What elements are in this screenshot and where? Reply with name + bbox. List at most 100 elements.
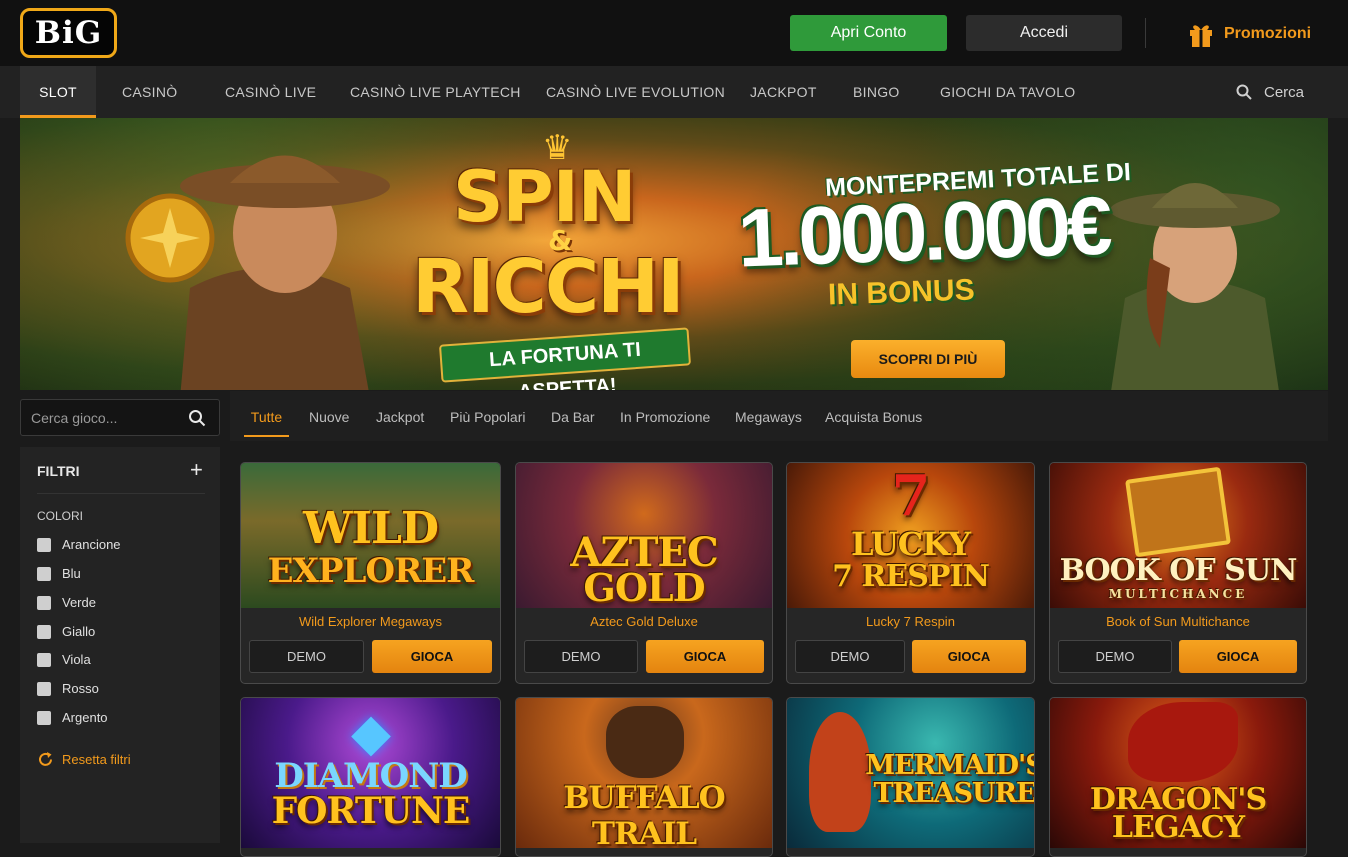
- prize-suffix: IN BONUS: [827, 273, 976, 312]
- nav-item-casino-live[interactable]: CASINÒ LIVE: [225, 66, 316, 118]
- game-art-subtitle: 7 RESPIN: [832, 559, 990, 594]
- nav-item-casino-live-playtech[interactable]: CASINÒ LIVE PLAYTECH: [350, 66, 521, 118]
- tab-most-popular[interactable]: Più Popolari: [450, 391, 526, 437]
- checkbox[interactable]: [37, 652, 51, 667]
- play-button[interactable]: GIOCA: [646, 640, 764, 673]
- checkbox[interactable]: [37, 566, 51, 581]
- promotions-label: Promozioni: [1224, 25, 1312, 42]
- filter-color-green[interactable]: Verde: [37, 595, 96, 610]
- play-button[interactable]: GIOCA: [372, 640, 492, 673]
- nav-item-table-games[interactable]: GIOCHI DA TAVOLO: [940, 66, 1076, 118]
- nav-item-slot[interactable]: SLOT: [20, 66, 96, 118]
- tab-bar-games[interactable]: Da Bar: [551, 391, 595, 437]
- filter-color-orange[interactable]: Arancione: [37, 537, 121, 552]
- game-art-title: BUFFALO TRAIL: [563, 780, 725, 848]
- game-thumbnail[interactable]: BUFFALO TRAIL: [516, 698, 772, 848]
- game-art-subtitle: FORTUNE: [271, 790, 471, 832]
- filters-expand-icon[interactable]: +: [190, 457, 203, 483]
- game-thumbnail[interactable]: ◆ DIAMOND FORTUNE: [241, 698, 500, 848]
- game-card-dragons-legacy: DRAGON'S LEGACY: [1049, 697, 1307, 857]
- play-button[interactable]: GIOCA: [1179, 640, 1297, 673]
- game-art-subtitle: TREASURE: [873, 778, 1034, 809]
- explorer-man-illustration: [125, 155, 390, 390]
- game-art-subtitle: GOLD: [583, 565, 705, 608]
- game-thumbnail[interactable]: AZTEC GOLD: [516, 463, 772, 608]
- filters-panel: FILTRI + COLORI Arancione Blu Verde Gial…: [20, 447, 220, 843]
- game-art-title: BOOK OF SUN: [1059, 553, 1298, 588]
- promotions-link[interactable]: Promozioni: [1187, 19, 1311, 49]
- filter-label: Rosso: [62, 681, 99, 696]
- game-thumbnail[interactable]: BOOK OF SUN MULTICHANCE: [1050, 463, 1306, 608]
- game-thumbnail[interactable]: WILD EXPLORER: [241, 463, 500, 608]
- refresh-icon: [39, 752, 52, 766]
- filter-color-yellow[interactable]: Giallo: [37, 624, 95, 639]
- promo-banner[interactable]: ♛ SPIN & RICCHI LA FORTUNA TI ASPETTA! M…: [20, 118, 1328, 390]
- checkbox[interactable]: [37, 595, 51, 610]
- tab-new[interactable]: Nuove: [309, 391, 349, 437]
- game-search: [20, 399, 220, 436]
- game-search-input[interactable]: [31, 408, 181, 428]
- game-thumbnail[interactable]: MERMAID'S TREASURE: [787, 698, 1034, 848]
- lucky-seven-glyph: 7: [891, 463, 931, 529]
- book-icon: [1125, 466, 1231, 558]
- nav-search-label: Cerca: [1264, 83, 1305, 101]
- game-name: Wild Explorer Megaways: [298, 614, 443, 629]
- header-divider: [1145, 18, 1146, 48]
- big-logo[interactable]: BiG: [20, 8, 117, 58]
- game-card-buffalo-trail: BUFFALO TRAIL: [515, 697, 773, 857]
- colors-heading: COLORI: [37, 509, 84, 523]
- discover-more-button[interactable]: SCOPRI DI PIÙ: [851, 340, 1005, 378]
- game-art-subtitle: EXPLORER: [267, 551, 475, 591]
- checkbox[interactable]: [37, 537, 51, 552]
- banner-title-line1: SPIN: [453, 156, 636, 238]
- checkbox[interactable]: [37, 624, 51, 639]
- tab-all[interactable]: Tutte: [244, 391, 289, 437]
- nav-item-casino-live-evolution[interactable]: CASINÒ LIVE EVOLUTION: [546, 66, 725, 118]
- diamond-icon: ◆: [351, 702, 391, 763]
- nav-item-bingo[interactable]: BINGO: [853, 66, 900, 118]
- reset-filters-label: Resetta filtri: [62, 752, 131, 767]
- filter-label: Giallo: [62, 624, 96, 639]
- login-button[interactable]: Accedi: [966, 15, 1122, 51]
- tab-in-promotion[interactable]: In Promozione: [620, 391, 710, 437]
- nav-item-jackpot[interactable]: JACKPOT: [750, 66, 817, 118]
- banner-title-line2: RICCHI: [412, 244, 685, 330]
- search-icon: [1236, 84, 1252, 100]
- checkbox[interactable]: [37, 710, 51, 725]
- top-header: BiG Apri Conto Accedi Promozioni: [0, 0, 1348, 66]
- dragon-icon: [1128, 702, 1238, 782]
- game-card-lucky-7: 7 LUCKY 7 RESPIN Lucky 7 Respin DEMO GIO…: [786, 462, 1035, 684]
- play-button[interactable]: GIOCA: [912, 640, 1026, 673]
- game-thumbnail[interactable]: DRAGON'S LEGACY: [1050, 698, 1306, 848]
- game-name: Book of Sun Multichance: [1106, 614, 1250, 629]
- game-card-aztec-gold: AZTEC GOLD Aztec Gold Deluxe DEMO GIOCA: [515, 462, 773, 684]
- filter-color-silver[interactable]: Argento: [37, 710, 108, 725]
- nav-item-casino[interactable]: CASINÒ: [122, 66, 177, 118]
- filter-color-purple[interactable]: Viola: [37, 652, 91, 667]
- gift-icon: [1190, 25, 1212, 47]
- game-art-subtitle: LEGACY: [1111, 810, 1245, 845]
- filter-label: Arancione: [62, 537, 121, 552]
- demo-button[interactable]: DEMO: [524, 640, 638, 673]
- demo-button[interactable]: DEMO: [1058, 640, 1172, 673]
- game-art-title: WILD: [302, 503, 439, 554]
- nav-search[interactable]: Cerca: [1236, 66, 1304, 118]
- game-thumbnail[interactable]: 7 LUCKY 7 RESPIN: [787, 463, 1034, 608]
- tab-jackpot[interactable]: Jackpot: [376, 391, 424, 437]
- filter-label: Blu: [62, 566, 81, 581]
- reset-filters-link[interactable]: Resetta filtri: [37, 751, 131, 768]
- open-account-button[interactable]: Apri Conto: [790, 15, 947, 51]
- game-card-wild-explorer: WILD EXPLORER Wild Explorer Megaways DEM…: [240, 462, 501, 684]
- filter-color-blue[interactable]: Blu: [37, 566, 81, 581]
- game-art-subtitle: MULTICHANCE: [1108, 587, 1248, 601]
- search-icon[interactable]: [188, 409, 206, 427]
- demo-button[interactable]: DEMO: [249, 640, 364, 673]
- checkbox[interactable]: [37, 681, 51, 696]
- tab-buy-bonus[interactable]: Acquista Bonus: [825, 391, 922, 437]
- game-tabs: Tutte Nuove Jackpot Più Popolari Da Bar …: [230, 391, 1328, 441]
- filter-color-red[interactable]: Rosso: [37, 681, 99, 696]
- demo-button[interactable]: DEMO: [795, 640, 905, 673]
- filter-label: Viola: [62, 652, 91, 667]
- filter-label: Argento: [62, 710, 108, 725]
- tab-megaways[interactable]: Megaways: [735, 391, 802, 437]
